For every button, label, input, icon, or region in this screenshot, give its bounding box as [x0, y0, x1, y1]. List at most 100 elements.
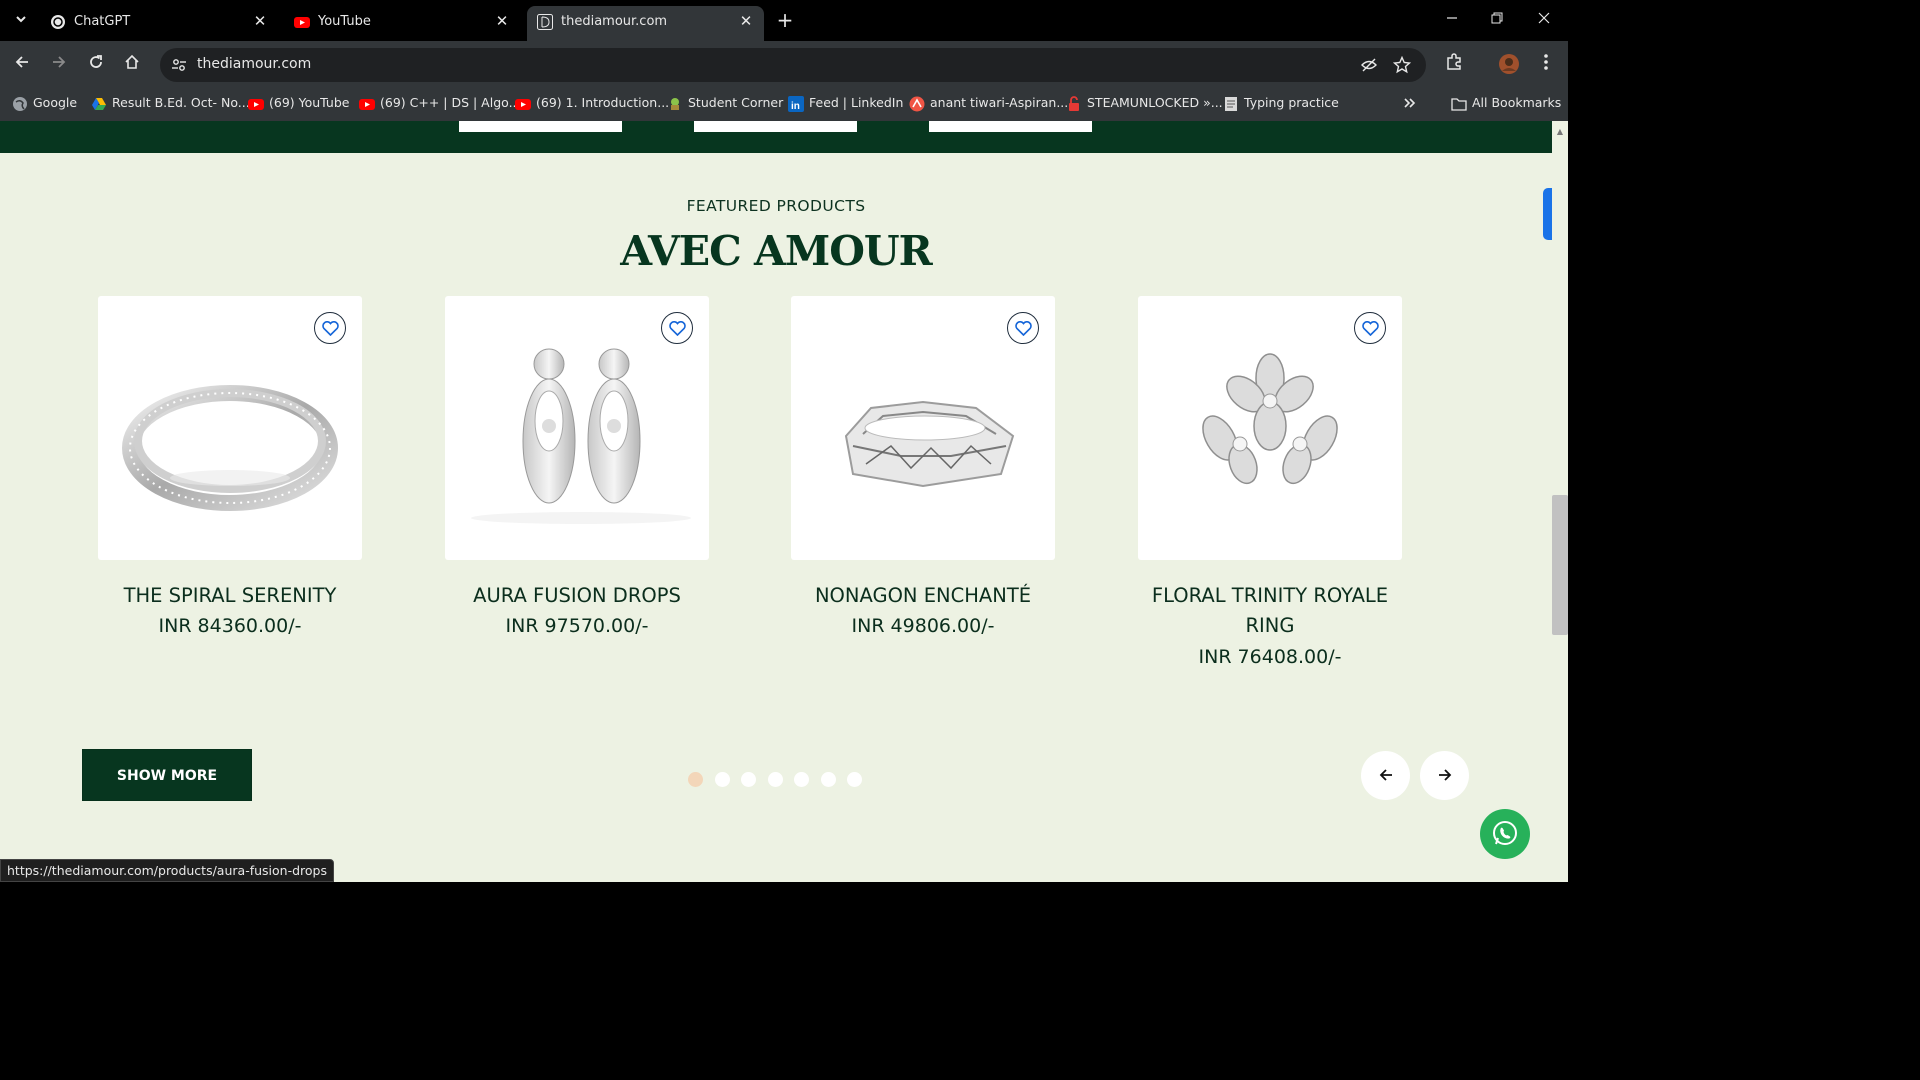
bookmark-label: Google: [33, 95, 78, 110]
tab-title: thediamour.com: [561, 14, 668, 29]
bookmark-label: Typing practice: [1244, 95, 1339, 110]
thediamour-icon: [537, 14, 553, 30]
category-tile[interactable]: [929, 121, 1092, 132]
carousel-dot[interactable]: [741, 772, 756, 787]
category-tile[interactable]: [459, 121, 622, 132]
product-name-line: RING: [1245, 614, 1295, 637]
close-tab-icon[interactable]: ✕: [492, 11, 512, 31]
page-scrollbar[interactable]: ▲: [1552, 121, 1568, 882]
bookmark-star-icon[interactable]: [1392, 55, 1412, 74]
wishlist-heart-icon[interactable]: [661, 312, 693, 344]
hero-band-bottom: [0, 121, 1552, 153]
carousel-dot[interactable]: [794, 772, 809, 787]
wishlist-heart-icon[interactable]: [314, 312, 346, 344]
section-kicker: FEATURED PRODUCTS: [686, 197, 866, 215]
product-price: INR 76408.00/-: [1198, 646, 1342, 668]
document-icon: [1223, 96, 1239, 112]
close-window-icon[interactable]: [1529, 8, 1559, 32]
product-name-line: FLORAL TRINITY ROYALE: [1151, 584, 1389, 607]
extensions-puzzle-icon[interactable]: [1442, 53, 1466, 77]
product-card[interactable]: [791, 296, 1055, 560]
address-url[interactable]: thediamour.com: [197, 56, 311, 72]
minimize-icon[interactable]: [1437, 8, 1467, 32]
bookmark-label: (69) YouTube: [269, 95, 350, 110]
bookmark-label: (69) C++ | DS | Algo...: [380, 95, 521, 110]
carousel-next-button[interactable]: [1420, 751, 1469, 800]
menu-kebab-icon[interactable]: [1534, 53, 1558, 77]
youtube-icon: [294, 14, 310, 30]
svg-text:in: in: [791, 101, 800, 112]
restore-icon[interactable]: [1482, 8, 1512, 32]
bookmark-label: All Bookmarks: [1472, 95, 1562, 110]
side-panel-tab[interactable]: [1543, 188, 1552, 240]
browser-toolbar: thediamour.com: [0, 41, 1568, 88]
forward-arrow-icon[interactable]: [47, 53, 71, 77]
close-tab-icon[interactable]: ✕: [736, 11, 756, 31]
globe-icon: [12, 96, 28, 112]
scroll-up-arrow-icon[interactable]: ▲: [1555, 127, 1565, 137]
tab-chatgpt[interactable]: ChatGPT ✕: [40, 6, 278, 41]
carousel-dot[interactable]: [821, 772, 836, 787]
linkedin-icon: in: [788, 96, 804, 112]
product-card[interactable]: [1138, 296, 1402, 560]
new-tab-plus-icon[interactable]: +: [774, 10, 796, 32]
back-arrow-icon[interactable]: [10, 53, 34, 77]
product-card[interactable]: [98, 296, 362, 560]
bookmark-label: Student Corner: [688, 95, 784, 110]
bookmarks-bar: Google Result B.Ed. Oct- No... (69) YouT…: [0, 88, 1568, 121]
youtube-icon: [359, 96, 375, 112]
tab-search-chevron-icon[interactable]: [10, 10, 32, 32]
wishlist-heart-icon[interactable]: [1007, 312, 1039, 344]
product-price: INR 84360.00/-: [158, 615, 302, 637]
browser-window: ChatGPT ✕ YouTube ✕ thediamour.com ✕ + t…: [0, 0, 1568, 882]
scroll-thumb[interactable]: [1552, 495, 1568, 635]
carousel-dot[interactable]: [847, 772, 862, 787]
eye-slash-icon[interactable]: [1360, 56, 1378, 74]
youtube-icon: [515, 96, 531, 112]
link-status-bar: https://thediamour.com/products/aura-fus…: [0, 859, 334, 882]
bookmark-label: STEAMUNLOCKED »...: [1087, 95, 1223, 110]
show-more-button[interactable]: SHOW MORE: [82, 749, 252, 801]
tab-youtube[interactable]: YouTube ✕: [284, 6, 520, 41]
tab-thediamour[interactable]: thediamour.com ✕: [527, 6, 764, 41]
product-price: INR 97570.00/-: [505, 615, 649, 637]
whatsapp-icon: [1493, 821, 1517, 845]
tab-title: YouTube: [318, 14, 371, 29]
tab-strip: ChatGPT ✕ YouTube ✕ thediamour.com ✕ +: [0, 0, 1568, 41]
product-name[interactable]: FLORAL TRINITY ROYALE RING: [1120, 581, 1420, 641]
arrow-right-icon: [1438, 769, 1451, 781]
folder-icon: [1451, 96, 1467, 112]
tab-title: ChatGPT: [74, 14, 131, 29]
section-heading: AVEC AMOUR: [620, 227, 933, 275]
student-corner-icon: [667, 96, 683, 112]
carousel-prev-button[interactable]: [1361, 751, 1410, 800]
product-name[interactable]: AURA FUSION DROPS: [427, 581, 727, 611]
product-name[interactable]: THE SPIRAL SERENITY: [80, 581, 380, 611]
bookmarks-overflow-chevron-icon[interactable]: [1402, 95, 1418, 113]
home-icon[interactable]: [120, 53, 144, 77]
category-tile[interactable]: [694, 121, 857, 132]
carousel-dot[interactable]: [688, 772, 703, 787]
bookmark-label: Feed | LinkedIn: [809, 95, 904, 110]
address-bar[interactable]: thediamour.com: [160, 48, 1426, 82]
padlock-icon: [1066, 96, 1082, 112]
reload-icon[interactable]: [84, 53, 108, 77]
product-price: INR 49806.00/-: [851, 615, 995, 637]
chatgpt-icon: [50, 14, 66, 30]
profile-avatar[interactable]: [1497, 53, 1521, 77]
whatsapp-chat-button[interactable]: [1480, 809, 1530, 859]
product-card[interactable]: [445, 296, 709, 560]
page-content: FEATURED PRODUCTS AVEC AMOUR THE SPIRAL …: [0, 121, 1552, 882]
site-settings-icon[interactable]: [170, 56, 188, 74]
close-tab-icon[interactable]: ✕: [250, 11, 270, 31]
youtube-icon: [248, 96, 264, 112]
bookmark-label: (69) 1. Introduction...: [536, 95, 670, 110]
product-name[interactable]: NONAGON ENCHANTÉ: [773, 581, 1073, 611]
google-drive-icon: [91, 96, 107, 112]
bookmark-label: anant tiwari-Aspiran...: [930, 95, 1069, 110]
wishlist-heart-icon[interactable]: [1354, 312, 1386, 344]
arrow-left-icon: [1379, 769, 1392, 781]
carousel-dot[interactable]: [715, 772, 730, 787]
bookmark-label: Result B.Ed. Oct- No...: [112, 95, 250, 110]
carousel-dot[interactable]: [768, 772, 783, 787]
